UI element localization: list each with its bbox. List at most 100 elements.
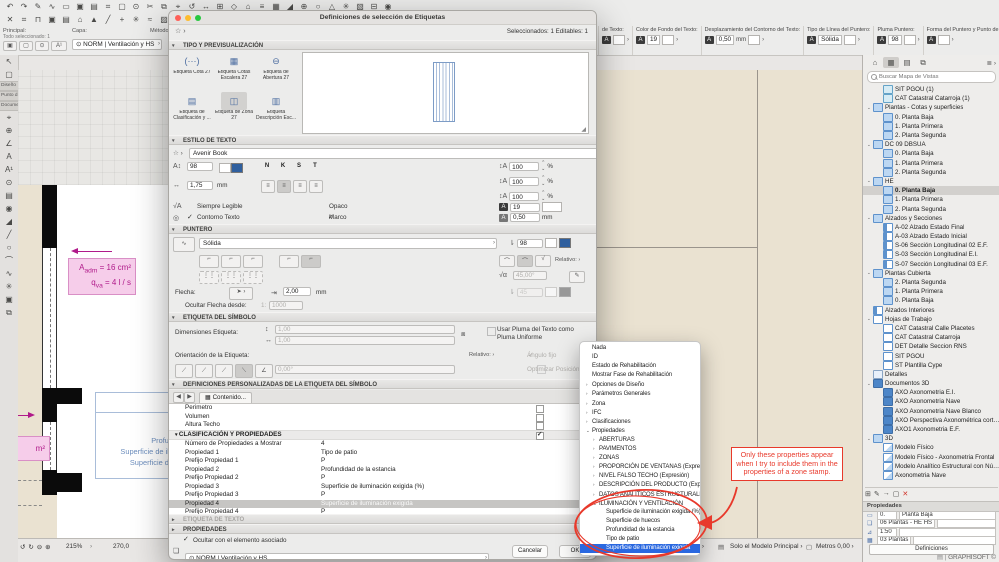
tree-item[interactable]: ST Plantilla Cype: [863, 360, 999, 370]
tree-item[interactable]: ⌄ Hojas de Trabajo: [863, 314, 999, 324]
search-input[interactable]: [877, 73, 992, 81]
table-row[interactable]: Altura Techo: [169, 421, 596, 430]
menu-item[interactable]: Tipo de patio: [580, 535, 700, 544]
marquee-mode-button[interactable]: ▢: [19, 41, 33, 51]
tree-item[interactable]: 0. Planta Baja: [863, 186, 999, 196]
section-header-propiedades[interactable]: PROPIEDADES: [169, 524, 596, 534]
menu-item[interactable]: › DATOS ANALÍTICOS ESTRUCTURALES: [580, 490, 700, 499]
background-color-swatch[interactable]: [542, 202, 562, 212]
menu-item[interactable]: › Clasificaciones: [580, 417, 700, 426]
tool-icon[interactable]: ⊓: [31, 15, 45, 24]
pointer-option-button[interactable]: ⋮⋮: [221, 271, 241, 284]
tree-item[interactable]: ⌄ 3D: [863, 434, 999, 444]
layer-combo[interactable]: ⊙ NORM | Ventilación y HS ›: [72, 39, 162, 50]
row-checkbox[interactable]: [536, 431, 544, 440]
label-tool-chip[interactable]: A¹: [51, 41, 67, 51]
edit-view-icon[interactable]: ✎: [874, 490, 880, 498]
tool-icon[interactable]: ▢: [115, 2, 129, 11]
orientation-button[interactable]: ⟋: [195, 364, 213, 378]
zoom-control-icon[interactable]: ⊖: [37, 543, 42, 551]
zoom-control-icon[interactable]: ↻: [28, 543, 33, 551]
tool-icon[interactable]: ▣: [45, 15, 59, 24]
tree-item[interactable]: S-03 Sección Longitudinal E.I.: [863, 250, 999, 260]
infobox-value[interactable]: Sólida: [818, 35, 842, 45]
tree-item[interactable]: A-02 Alzado Estado Final: [863, 222, 999, 232]
color-swatch[interactable]: [613, 35, 625, 45]
minimize-button[interactable]: [185, 15, 191, 21]
tool-icon[interactable]: ≈: [143, 15, 157, 24]
tool-icon[interactable]: ✂: [143, 2, 157, 11]
tool-icon[interactable]: ▭: [59, 2, 73, 11]
table-row[interactable]: Propiedad 3 Superficie de iluminación ex…: [169, 483, 596, 492]
section-header-custom[interactable]: DEFINICIONES PERSONALIZADAS DE LA ETIQUE…: [169, 379, 596, 389]
project-map-icon[interactable]: ⌂: [867, 57, 883, 68]
connection-style-button[interactable]: ⌐: [279, 255, 299, 268]
tree-item[interactable]: DET Detalle Seccion RNS: [863, 342, 999, 352]
background-pen-field[interactable]: [510, 202, 540, 212]
tool-icon[interactable]: ╱: [2, 228, 16, 241]
menu-item[interactable]: ›PROPORCIÓN DE VENTANAS (Expresión): [580, 462, 700, 471]
tree-item[interactable]: Axonometria Nave: [863, 470, 999, 480]
scale-field[interactable]: 100: [509, 191, 540, 201]
tree-item[interactable]: SIT PGOU: [863, 351, 999, 361]
table-row[interactable]: Propiedad 2 Profundidad de la estancia: [169, 466, 596, 475]
tool-icon[interactable]: ✳: [129, 15, 143, 24]
menu-item[interactable]: › ZONAS: [580, 453, 700, 462]
label-type-item[interactable]: (···) Etiqueta Cota 27: [171, 51, 213, 91]
show-view-icon[interactable]: ▢: [893, 490, 900, 498]
tree-item[interactable]: ⌄ Plantas - Cotas y superficies: [863, 103, 999, 113]
tree-item[interactable]: CAT Catastral Calle Placetes: [863, 323, 999, 333]
tool-icon[interactable]: +: [115, 15, 129, 24]
model-filter[interactable]: Solo el Modelo Principal ›: [730, 543, 802, 550]
connection-style-button[interactable]: ⌐: [301, 255, 321, 268]
scale-field[interactable]: 100: [509, 176, 540, 186]
chain-link-icon[interactable]: ⧈: [461, 331, 465, 339]
arrowhead-combo[interactable]: ➤ ›: [229, 287, 253, 300]
ventilation-label[interactable]: Aadm = 16 cm² qva = 4 l / s: [68, 258, 136, 296]
table-row[interactable]: Propiedad 1 Tipo de patio: [169, 449, 596, 458]
tree-item[interactable]: ⌄ Plantas Cubierta: [863, 268, 999, 278]
relativo-label[interactable]: Relativo: ›: [469, 352, 494, 358]
label-type-item[interactable]: ▥ Etiqueta Descripción Esc...: [255, 91, 297, 131]
ventilation-label-partial[interactable]: m²: [18, 436, 50, 461]
infobox-group[interactable]: Tipo de Línea del Puntero: A Sólida ›: [803, 26, 873, 55]
menu-item[interactable]: Estado de Rehabilitación: [580, 362, 700, 371]
swatch[interactable]: [544, 238, 557, 248]
section-header-estilo[interactable]: ESTILO DE TEXTO: [169, 135, 596, 145]
align-justify-button[interactable]: ≡: [309, 180, 323, 193]
tree-item[interactable]: 1. Planta Primera: [863, 158, 999, 168]
align-center-button[interactable]: ≡: [277, 180, 291, 193]
scale-field[interactable]: 100: [509, 161, 540, 171]
menu-item[interactable]: Mostrar Fase de Rehabilitación: [580, 371, 700, 380]
infobox-group[interactable]: Forma del Puntero y Punto de Co A ›: [922, 26, 999, 55]
label-width-field[interactable]: [275, 336, 455, 345]
tool-icon[interactable]: ⧉: [157, 2, 171, 12]
section-header-simbolo[interactable]: ETIQUETA DEL SÍMBOLO: [169, 312, 596, 322]
menu-item[interactable]: Profundidad de la estancia: [580, 526, 700, 535]
table-row[interactable]: Prefijo Propiedad 1 P: [169, 457, 596, 466]
text-style-button[interactable]: K: [277, 161, 289, 172]
relativo-label[interactable]: Relativo: ›: [555, 257, 580, 263]
label-type-item[interactable]: ▦ Etiqueta Cotas Escalera 27: [213, 51, 255, 91]
tree-item[interactable]: 2. Planta Segunda: [863, 131, 999, 141]
pointer-angle-field[interactable]: [513, 271, 547, 280]
tree-item[interactable]: ⌄ DC 09 DBSUA: [863, 140, 999, 150]
menu-item[interactable]: Superficie de iluminación exigida: [580, 544, 700, 554]
arrow-size-field[interactable]: [283, 287, 311, 296]
tree-item[interactable]: 0. Planta Baja: [863, 112, 999, 122]
zoom-button[interactable]: [195, 15, 201, 21]
text-style-button[interactable]: S: [293, 161, 305, 172]
tool-icon[interactable]: ↖: [2, 55, 16, 68]
corner-style-button[interactable]: ⌒: [499, 255, 515, 267]
tree-item[interactable]: Modelo Físico - Axonometria Frontal: [863, 452, 999, 462]
tool-icon[interactable]: ▤: [2, 189, 16, 202]
label-height-field[interactable]: [275, 325, 455, 334]
tree-item[interactable]: Alzados Interiores: [863, 305, 999, 315]
zone-stamp[interactable]: Profun Superficie de ilu Superficie de: [95, 392, 168, 479]
tool-icon[interactable]: ∠: [2, 137, 16, 150]
tool-icon[interactable]: ╱: [101, 15, 115, 24]
corner-style-button[interactable]: √: [535, 255, 551, 267]
view-property-row[interactable]: ▭ 0. Planta Baja: [863, 510, 999, 520]
table-row[interactable]: Número de Propiedades a Mostrar 4: [169, 440, 596, 449]
tree-item[interactable]: 0. Planta Baja: [863, 296, 999, 306]
